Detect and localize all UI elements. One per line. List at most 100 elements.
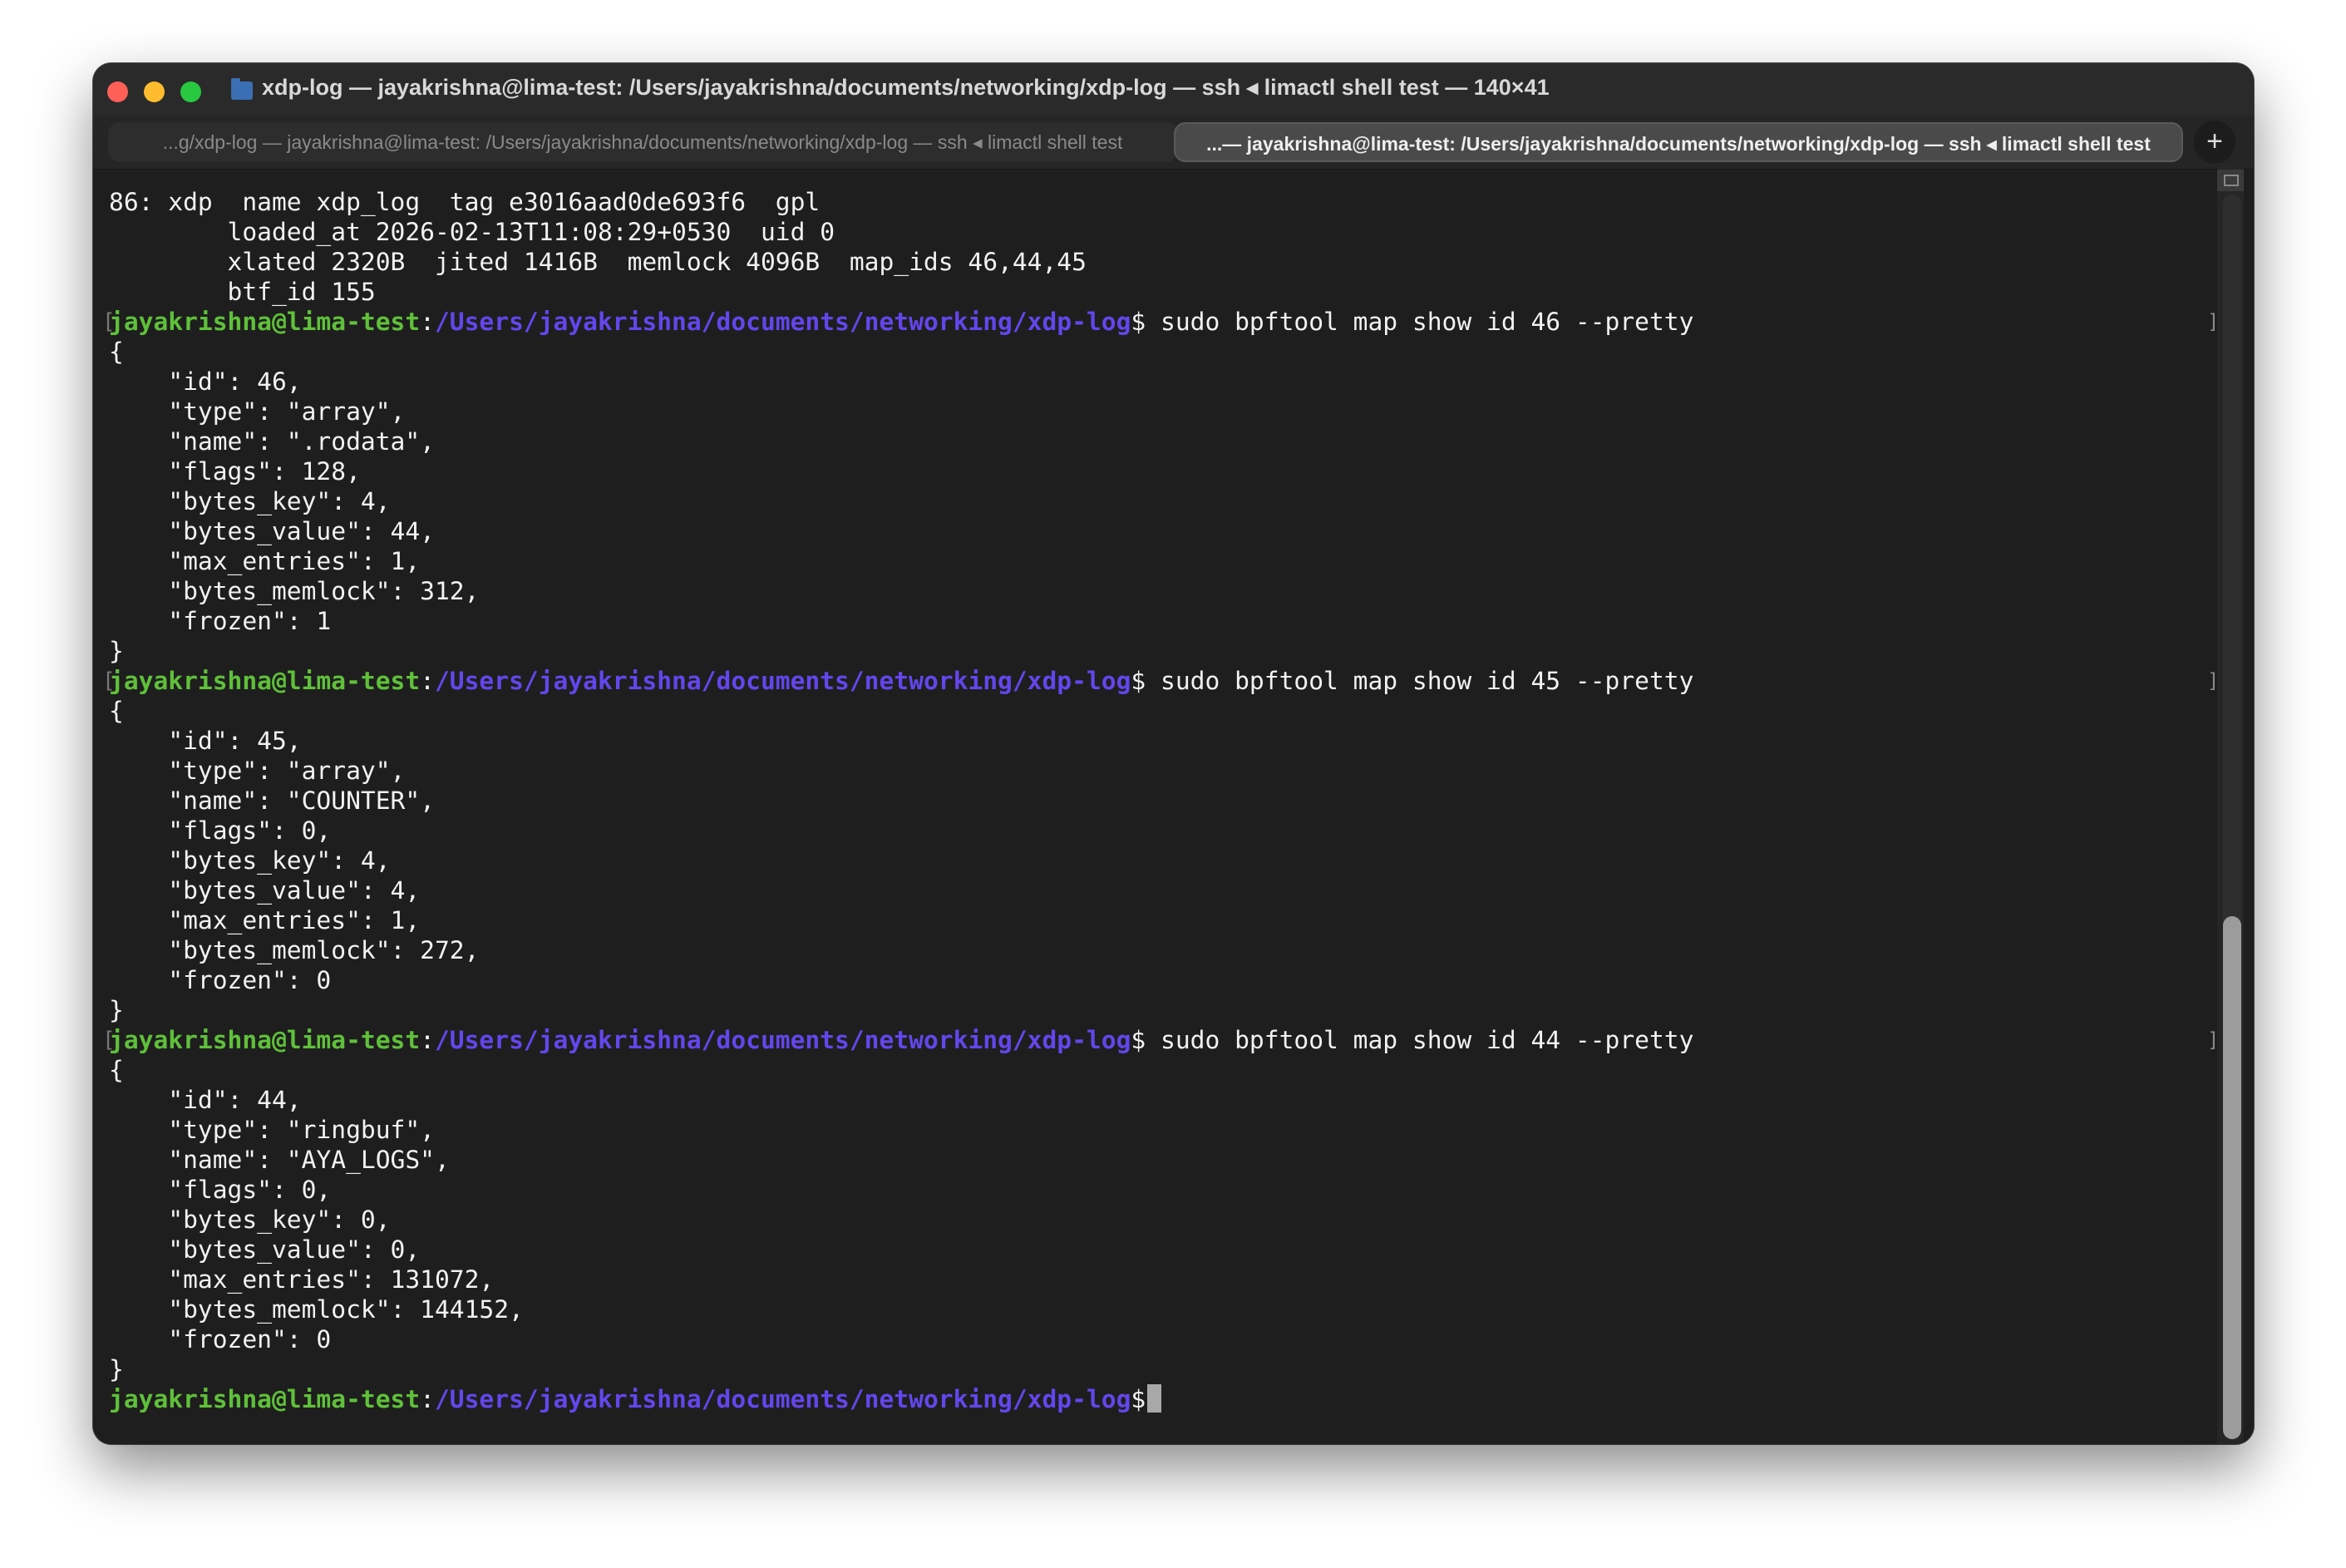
output-text: "bytes_key": 0, xyxy=(109,1206,391,1234)
output-line: "frozen": 1 xyxy=(109,606,1693,636)
output-text: "max_entries": 1, xyxy=(109,547,420,575)
prompt-user-host: jayakrishna@lima-test xyxy=(109,1026,420,1054)
output-line: "flags": 128, xyxy=(109,456,1693,486)
output-text: } xyxy=(109,637,124,665)
zoom-button[interactable] xyxy=(180,81,201,102)
output-line: "bytes_memlock": 272, xyxy=(109,935,1693,965)
output-line: xlated 2320B jited 1416B memlock 4096B m… xyxy=(109,247,1693,277)
output-text: "flags": 0, xyxy=(109,816,331,845)
output-text: { xyxy=(109,338,124,366)
output-line: "bytes_value": 44, xyxy=(109,516,1693,546)
mark-left: [ xyxy=(102,1025,116,1055)
prompt-separator: : xyxy=(420,308,435,336)
prompt-separator: : xyxy=(420,667,435,695)
output-line: "type": "ringbuf", xyxy=(109,1115,1693,1145)
title-bar: xdp-log — jayakrishna@lima-test: /Users/… xyxy=(93,63,2254,116)
output-line: btf_id 155 xyxy=(109,277,1693,307)
output-line: "name": "COUNTER", xyxy=(109,786,1693,816)
output-text: "bytes_value": 0, xyxy=(109,1235,420,1264)
output-line: "bytes_key": 0, xyxy=(109,1205,1693,1235)
output-line: "frozen": 0 xyxy=(109,1324,1693,1354)
output-line: "max_entries": 131072, xyxy=(109,1265,1693,1294)
output-line: { xyxy=(109,337,1693,367)
output-line: "name": ".rodata", xyxy=(109,427,1693,456)
folder-icon xyxy=(231,81,253,100)
output-text: "bytes_key": 4, xyxy=(109,487,391,515)
command-text: sudo bpftool map show id 46 --pretty xyxy=(1146,308,1693,336)
prompt-dollar: $ xyxy=(1131,308,1146,336)
prompt-path: /Users/jayakrishna/documents/networking/… xyxy=(435,308,1131,336)
output-line: "max_entries": 1, xyxy=(109,546,1693,576)
command-text: sudo bpftool map show id 44 --pretty xyxy=(1146,1026,1693,1054)
terminal-window: xdp-log — jayakrishna@lima-test: /Users/… xyxy=(93,63,2254,1444)
tab-inactive[interactable]: ...g/xdp-log — jayakrishna@lima-test: /U… xyxy=(108,122,1177,162)
output-line: "flags": 0, xyxy=(109,816,1693,846)
output-line: "bytes_value": 0, xyxy=(109,1235,1693,1265)
prompt-dollar: $ xyxy=(1131,1026,1146,1054)
output-text: xlated 2320B jited 1416B memlock 4096B m… xyxy=(109,248,1087,276)
text-cursor[interactable] xyxy=(1147,1384,1161,1413)
output-line: } xyxy=(109,1354,1693,1384)
prompt-path: /Users/jayakrishna/documents/networking/… xyxy=(435,1385,1131,1413)
output-text: "frozen": 0 xyxy=(109,966,331,994)
prompt-line: jayakrishna@lima-test:/Users/jayakrishna… xyxy=(109,1384,1693,1414)
prompt-dollar: $ xyxy=(1131,1385,1146,1413)
split-pane-icon[interactable] xyxy=(2217,170,2244,191)
prompt-line: []jayakrishna@lima-test:/Users/jayakrish… xyxy=(109,307,1693,337)
output-text: "bytes_value": 4, xyxy=(109,876,420,905)
output-line: "bytes_key": 4, xyxy=(109,846,1693,875)
output-line: "id": 45, xyxy=(109,726,1693,756)
prompt-user-host: jayakrishna@lima-test xyxy=(109,1385,420,1413)
mark-left: [ xyxy=(102,666,116,696)
output-text: 86: xdp name xdp_log tag e3016aad0de693f… xyxy=(109,188,820,216)
tab-bar: ...g/xdp-log — jayakrishna@lima-test: /U… xyxy=(93,116,2254,170)
output-line: "flags": 0, xyxy=(109,1175,1693,1205)
output-text: "type": "array", xyxy=(109,757,405,785)
minimize-button[interactable] xyxy=(144,81,165,102)
prompt-dollar: $ xyxy=(1131,667,1146,695)
output-line: "bytes_value": 4, xyxy=(109,875,1693,905)
output-line: "type": "array", xyxy=(109,397,1693,427)
output-text: "type": "array", xyxy=(109,397,405,426)
output-line: "bytes_memlock": 312, xyxy=(109,576,1693,606)
output-line: "max_entries": 1, xyxy=(109,905,1693,935)
mark-left: [ xyxy=(102,307,116,337)
output-text: "flags": 128, xyxy=(109,457,361,486)
output-text: { xyxy=(109,1056,124,1084)
output-line: "frozen": 0 xyxy=(109,965,1693,995)
output-text: { xyxy=(109,697,124,725)
output-line: } xyxy=(109,636,1693,666)
output-text: "bytes_memlock": 312, xyxy=(109,577,479,605)
prompt-separator: : xyxy=(420,1385,435,1413)
output-text: "id": 45, xyxy=(109,727,302,755)
command-text: sudo bpftool map show id 45 --pretty xyxy=(1146,667,1693,695)
close-button[interactable] xyxy=(107,81,128,102)
output-text: "bytes_key": 4, xyxy=(109,846,391,875)
output-line: "id": 44, xyxy=(109,1085,1693,1115)
output-line: "bytes_memlock": 144152, xyxy=(109,1294,1693,1324)
terminal-output: 86: xdp name xdp_log tag e3016aad0de693f… xyxy=(109,187,1693,1414)
prompt-line: []jayakrishna@lima-test:/Users/jayakrish… xyxy=(109,1025,1693,1055)
prompt-line: []jayakrishna@lima-test:/Users/jayakrish… xyxy=(109,666,1693,696)
output-line: { xyxy=(109,696,1693,726)
output-line: "type": "array", xyxy=(109,756,1693,786)
window-title: xdp-log — jayakrishna@lima-test: /Users/… xyxy=(262,75,1550,101)
output-text: "max_entries": 131072, xyxy=(109,1265,494,1294)
output-line: "id": 46, xyxy=(109,367,1693,397)
output-text: "type": "ringbuf", xyxy=(109,1116,435,1144)
prompt-separator: : xyxy=(420,1026,435,1054)
output-text: btf_id 155 xyxy=(109,278,376,306)
output-text: "id": 44, xyxy=(109,1086,302,1114)
output-text: "name": "COUNTER", xyxy=(109,786,435,815)
output-text: "frozen": 0 xyxy=(109,1325,331,1354)
prompt-user-host: jayakrishna@lima-test xyxy=(109,667,420,695)
output-line: loaded_at 2026-02-13T11:08:29+0530 uid 0 xyxy=(109,217,1693,247)
scrollbar-thumb[interactable] xyxy=(2223,916,2241,1439)
output-text: "bytes_memlock": 144152, xyxy=(109,1295,524,1324)
prompt-path: /Users/jayakrishna/documents/networking/… xyxy=(435,667,1131,695)
output-text: "name": ".rodata", xyxy=(109,427,435,456)
new-tab-button[interactable]: + xyxy=(2194,121,2235,164)
terminal-content[interactable]: 86: xdp name xdp_log tag e3016aad0de693f… xyxy=(93,170,2254,1444)
tab-active[interactable]: ...— jayakrishna@lima-test: /Users/jayak… xyxy=(1174,122,2183,162)
output-line: 86: xdp name xdp_log tag e3016aad0de693f… xyxy=(109,187,1693,217)
